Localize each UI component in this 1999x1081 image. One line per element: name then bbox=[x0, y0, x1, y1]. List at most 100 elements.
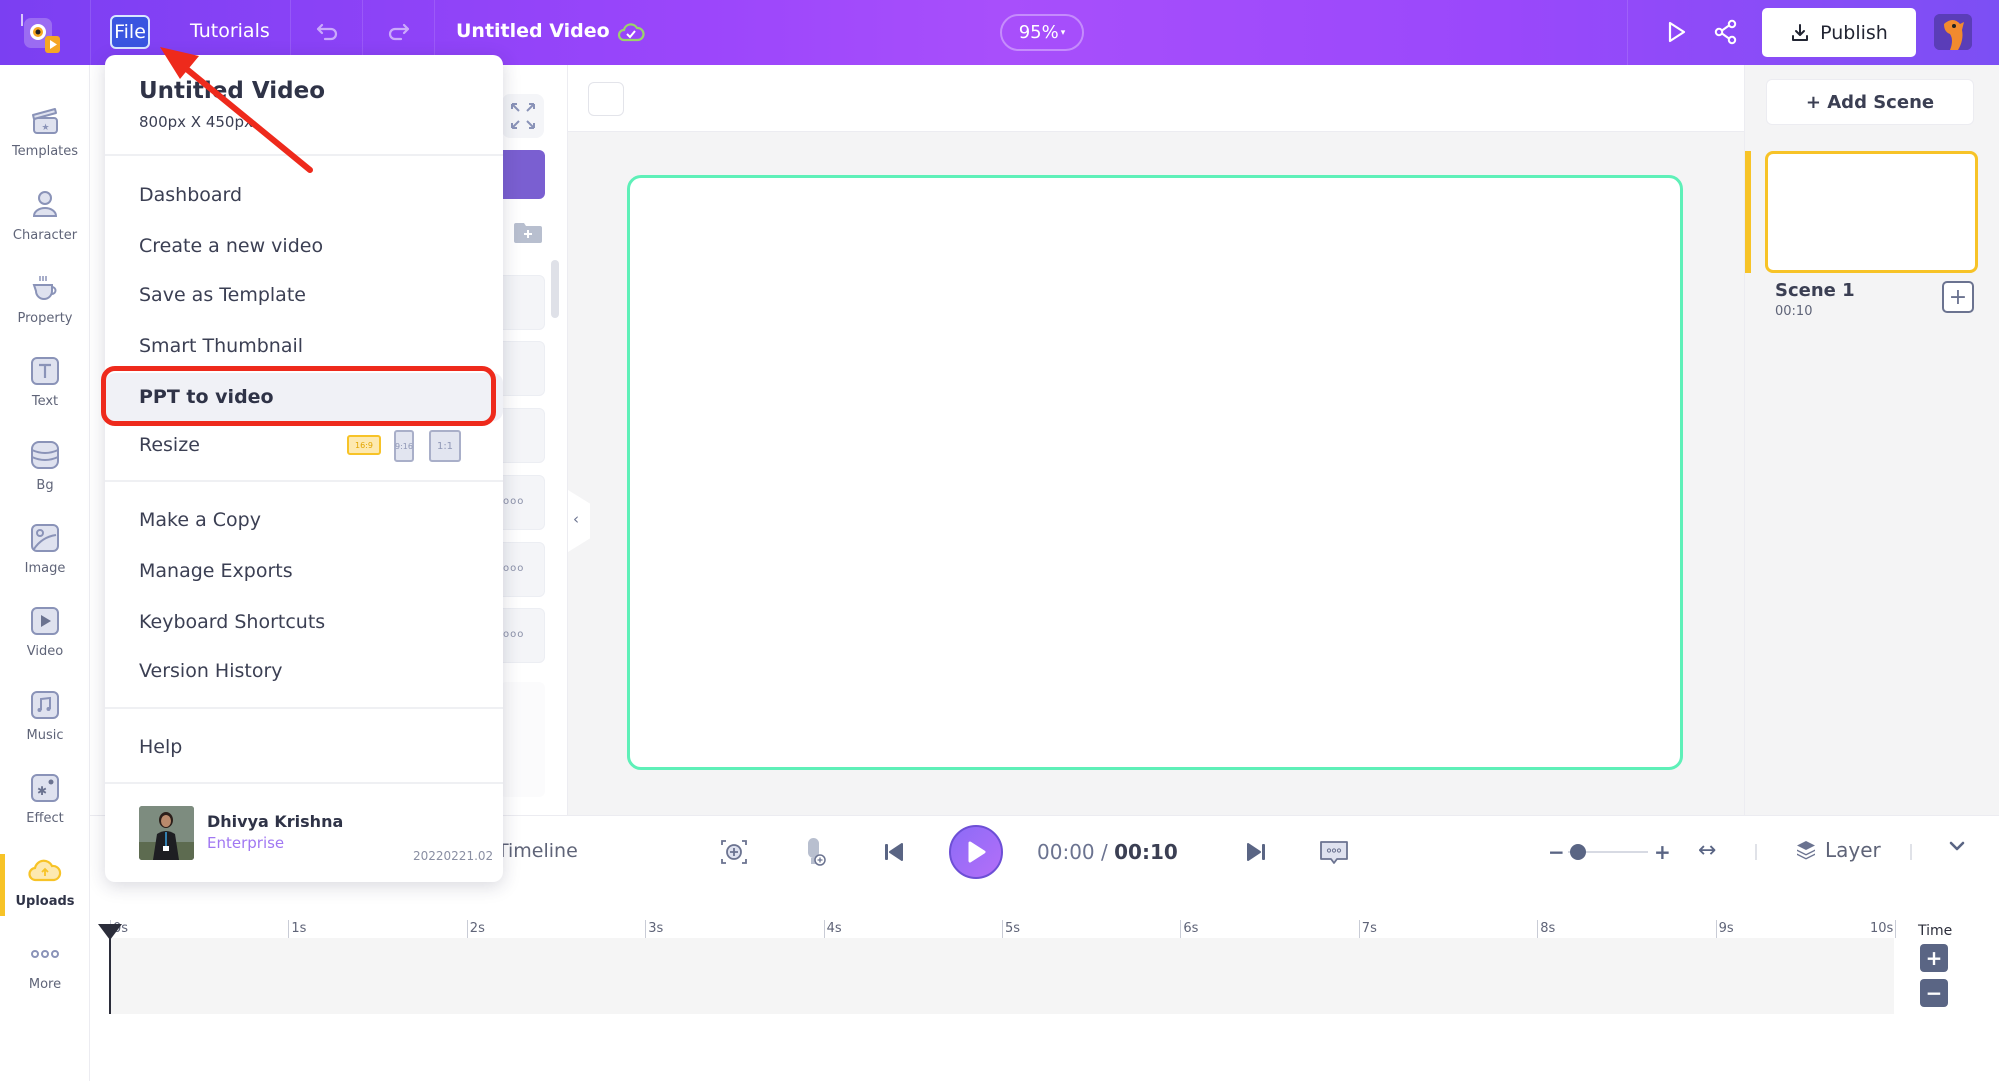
more-options-icon[interactable]: ooo bbox=[503, 629, 524, 640]
sidebar-item-video[interactable]: Video bbox=[0, 596, 90, 676]
sidebar-label: Text bbox=[31, 394, 59, 409]
scene-thumbnail[interactable] bbox=[1765, 151, 1978, 273]
person-icon bbox=[32, 191, 58, 217]
divider bbox=[105, 154, 503, 156]
playhead-handle[interactable] bbox=[98, 924, 122, 940]
subtitles-icon[interactable] bbox=[1318, 836, 1350, 868]
sidebar-label: Bg bbox=[36, 478, 54, 493]
music-note-icon bbox=[31, 691, 59, 719]
current-time: 00:00 bbox=[1037, 840, 1095, 864]
timeline-label: Timeline bbox=[497, 840, 578, 862]
panel-scrollbar[interactable] bbox=[551, 260, 559, 318]
app-logo-icon[interactable] bbox=[18, 12, 66, 56]
sidebar-label: Music bbox=[26, 728, 64, 743]
layers-wave-icon bbox=[31, 441, 59, 469]
share-icon[interactable] bbox=[1713, 19, 1739, 45]
preview-play-icon[interactable] bbox=[1663, 19, 1689, 45]
resize-9-16-option[interactable]: 9:16 bbox=[394, 430, 414, 462]
menu-item-help[interactable]: Help bbox=[105, 725, 503, 769]
cloud-upload-icon bbox=[28, 859, 62, 882]
tutorials-button[interactable]: Tutorials bbox=[190, 20, 270, 42]
cloud-check-icon bbox=[617, 20, 645, 44]
sidebar-item-character[interactable]: Character bbox=[0, 180, 90, 260]
select-checkbox[interactable] bbox=[588, 82, 624, 116]
voiceover-mic-icon[interactable] bbox=[798, 836, 830, 868]
sidebar-item-templates[interactable]: ★ Templates bbox=[0, 96, 90, 176]
sidebar-item-property[interactable]: Property bbox=[0, 263, 90, 343]
slider-handle[interactable] bbox=[1570, 844, 1586, 860]
clapperboard-icon: ★ bbox=[32, 108, 58, 134]
menu-item-smart-thumbnail[interactable]: Smart Thumbnail bbox=[105, 324, 503, 368]
playback-time: 00:00 / 00:10 bbox=[1037, 840, 1178, 864]
fit-width-icon[interactable]: ↔ bbox=[1698, 838, 1716, 863]
skip-forward-icon[interactable] bbox=[1240, 836, 1272, 868]
menu-item-make-a-copy[interactable]: Make a Copy bbox=[105, 498, 503, 542]
redo-icon[interactable] bbox=[384, 17, 414, 47]
menu-item-dashboard[interactable]: Dashboard bbox=[105, 173, 503, 217]
divider bbox=[90, 0, 91, 65]
more-options-icon[interactable]: ooo bbox=[503, 563, 524, 574]
sidebar-item-more[interactable]: More bbox=[0, 929, 90, 1009]
add-to-timeline-icon[interactable] bbox=[718, 836, 750, 868]
menu-item-save-as-template[interactable]: Save as Template bbox=[105, 273, 503, 317]
new-folder-icon[interactable] bbox=[513, 222, 543, 244]
file-menu-button[interactable]: File bbox=[110, 15, 150, 49]
divider bbox=[1627, 0, 1628, 65]
ruler-tick: 8s bbox=[1537, 920, 1555, 938]
upload-item-placeholder bbox=[500, 682, 545, 797]
sidebar-item-bg[interactable]: Bg bbox=[0, 430, 90, 510]
sidebar-label: Effect bbox=[26, 811, 64, 826]
sidebar-item-uploads[interactable]: Uploads bbox=[0, 846, 90, 926]
ruler-tick: 6s bbox=[1180, 920, 1198, 938]
undo-icon[interactable] bbox=[312, 17, 342, 47]
ruler-tick: 9s bbox=[1715, 920, 1734, 938]
divider bbox=[105, 707, 503, 709]
user-plan: Enterprise bbox=[207, 834, 285, 852]
playhead[interactable] bbox=[109, 928, 111, 1014]
menu-video-dimensions: 800px X 450px bbox=[139, 113, 253, 131]
sidebar-item-music[interactable]: Music bbox=[0, 680, 90, 760]
chevron-down-icon[interactable] bbox=[1947, 836, 1967, 861]
app-version: 20220221.02 bbox=[413, 849, 494, 863]
sidebar-item-image[interactable]: Image bbox=[0, 513, 90, 593]
resize-16-9-option[interactable]: 16:9 bbox=[347, 435, 381, 455]
menu-item-keyboard-shortcuts[interactable]: Keyboard Shortcuts bbox=[105, 600, 503, 644]
ruler-tick: 1s bbox=[288, 920, 306, 938]
zoom-out-icon[interactable]: − bbox=[1548, 840, 1565, 864]
time-separator: / bbox=[1101, 840, 1108, 864]
skip-back-icon[interactable] bbox=[878, 836, 910, 868]
add-after-scene-button[interactable]: + bbox=[1942, 281, 1974, 313]
zoom-value: 95% bbox=[1018, 22, 1059, 43]
time-zoom-in-button[interactable]: + bbox=[1920, 944, 1948, 972]
ruler-tick: 3s bbox=[645, 920, 663, 938]
menu-item-create-new-video[interactable]: Create a new video bbox=[105, 224, 503, 268]
resize-1-1-option[interactable]: 1:1 bbox=[429, 430, 461, 462]
zoom-in-icon[interactable]: + bbox=[1654, 840, 1671, 864]
timeline-track[interactable] bbox=[110, 938, 1894, 1014]
sidebar-item-effect[interactable]: ✱ Effect bbox=[0, 763, 90, 843]
expand-panel-icon[interactable] bbox=[502, 94, 544, 138]
publish-label: Publish bbox=[1820, 21, 1888, 44]
scene-duration: 00:10 bbox=[1775, 304, 1813, 319]
timeline-zoom-slider[interactable]: − + bbox=[1548, 840, 1671, 864]
time-zoom-out-button[interactable]: − bbox=[1920, 979, 1948, 1007]
video-canvas[interactable] bbox=[627, 175, 1683, 770]
menu-video-title: Untitled Video bbox=[139, 78, 326, 104]
user-avatar[interactable] bbox=[1934, 14, 1972, 50]
layers-icon bbox=[1797, 841, 1815, 860]
divider bbox=[1910, 844, 1912, 860]
play-button[interactable] bbox=[949, 825, 1003, 879]
menu-item-manage-exports[interactable]: Manage Exports bbox=[105, 549, 503, 593]
add-scene-button[interactable]: + Add Scene bbox=[1766, 79, 1974, 125]
zoom-level-dropdown[interactable]: 95% ▾ bbox=[1000, 14, 1084, 51]
video-title[interactable]: Untitled Video bbox=[456, 20, 610, 42]
menu-item-version-history[interactable]: Version History bbox=[105, 649, 503, 693]
divider bbox=[105, 480, 503, 482]
layer-button[interactable]: Layer bbox=[1795, 838, 1881, 862]
publish-button[interactable]: Publish bbox=[1762, 8, 1916, 57]
svg-text:★: ★ bbox=[41, 123, 49, 133]
more-options-icon[interactable]: ooo bbox=[503, 496, 524, 507]
sidebar-item-text[interactable]: Text bbox=[0, 346, 90, 426]
divider bbox=[105, 782, 503, 784]
layer-label: Layer bbox=[1825, 838, 1881, 862]
